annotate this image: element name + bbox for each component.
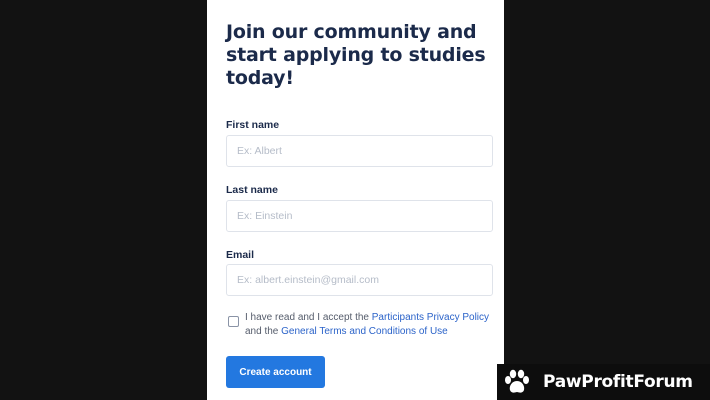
first-name-input[interactable] [226,135,493,167]
page-title: Join our community and start applying to… [226,21,486,89]
consent-text-middle: and the [245,326,282,337]
watermark-text: PawProfitForum [543,372,693,392]
email-input[interactable] [226,264,493,296]
last-name-label: Last name [226,184,278,196]
first-name-label: First name [226,119,280,131]
signup-panel: Join our community and start applying to… [207,0,504,400]
last-name-input[interactable] [226,200,493,232]
consent-text: I have read and I accept the Participant… [245,311,495,339]
create-account-button[interactable]: Create account [226,356,325,388]
watermark: PawProfitForum [497,364,710,400]
consent-checkbox[interactable] [228,316,239,327]
privacy-policy-link[interactable]: Participants Privacy Policy [372,312,489,323]
terms-link[interactable]: General Terms and Conditions of Use [281,326,448,337]
paw-icon [499,364,535,400]
consent-text-prefix: I have read and I accept the [245,312,372,323]
email-label: Email [226,249,255,261]
